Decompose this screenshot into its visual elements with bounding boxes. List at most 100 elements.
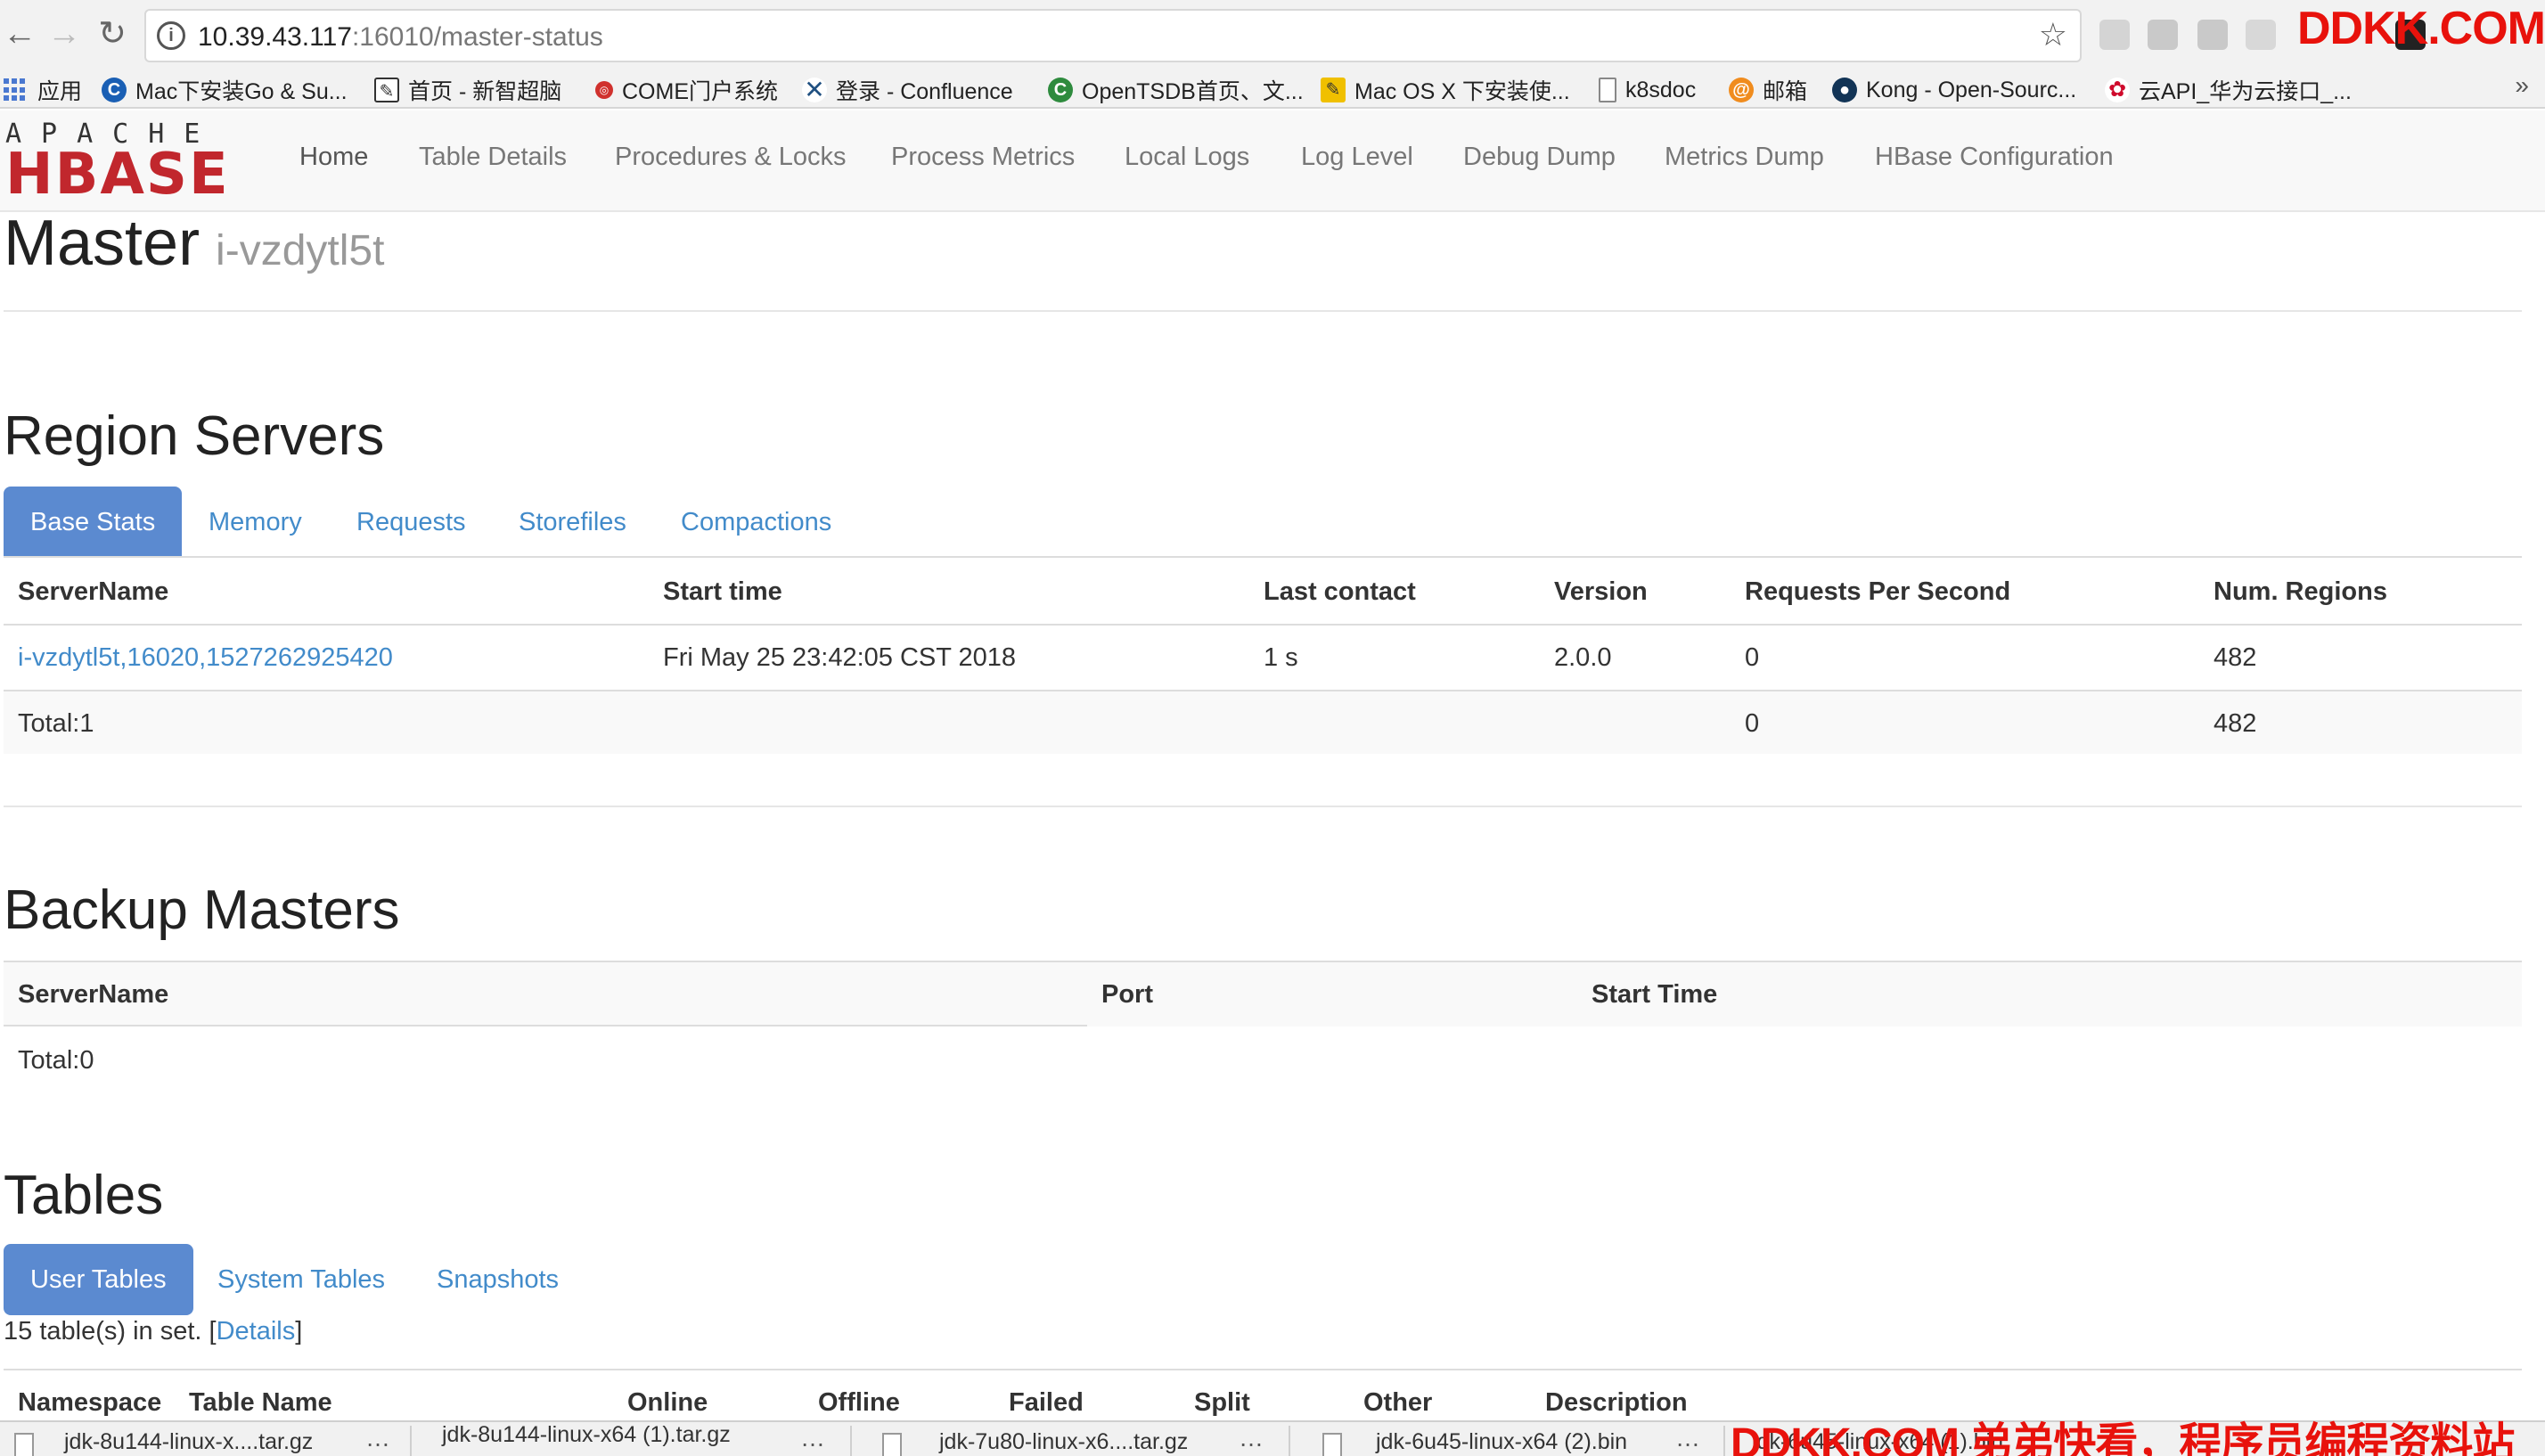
- bookmark-label: Kong - Open-Sourc...: [1866, 77, 2077, 102]
- extension-settings-icon[interactable]: [2148, 20, 2178, 50]
- total-label: Total:1: [18, 709, 94, 738]
- bookmark-item[interactable]: ✎ 首页 - 新智超脑: [374, 73, 561, 107]
- bookmark-label: Mac OS X 下安装使...: [1354, 79, 1570, 104]
- bookmark-item[interactable]: ✎ Mac OS X 下安装使...: [1321, 73, 1570, 107]
- tables-heading: Tables: [4, 1165, 164, 1226]
- col-last-contact: Last contact: [1264, 577, 1416, 606]
- download-item[interactable]: jdk-6u45-linux-x64 (2).bin: [1376, 1429, 1627, 1455]
- bookmark-item[interactable]: ✕ 登录 - Confluence: [802, 73, 1013, 107]
- url-host: 10.39.43.117: [198, 22, 352, 52]
- col-requests-per-second: Requests Per Second: [1745, 577, 2011, 606]
- server-regions: 482: [2214, 643, 2257, 672]
- edit-icon: ✎: [374, 78, 399, 102]
- bookmark-item[interactable]: ● Kong - Open-Sourc...: [1832, 73, 2076, 107]
- divider: [4, 310, 2522, 312]
- nav-home[interactable]: Home: [299, 143, 368, 172]
- page-title-text: Master: [4, 208, 200, 279]
- reload-icon[interactable]: ↻: [93, 14, 132, 53]
- bookmark-label: 首页 - 新智超脑: [408, 79, 562, 104]
- note-icon: ✎: [1321, 78, 1346, 102]
- nav-process-metrics[interactable]: Process Metrics: [891, 143, 1075, 172]
- separator: [850, 1426, 852, 1456]
- col-servername: ServerName: [18, 577, 169, 606]
- col-port: Port: [1101, 980, 1153, 1009]
- nav-log-level[interactable]: Log Level: [1301, 143, 1413, 172]
- extension-bird-icon[interactable]: [2099, 20, 2130, 50]
- watermark-bottom: DDKK.COM 弟弟快看，程序员编程资料站: [1731, 1420, 2515, 1456]
- tables-count-close: ]: [295, 1317, 303, 1346]
- download-item[interactable]: jdk-8u144-linux-x....tar.gz: [64, 1429, 313, 1455]
- nav-metrics-dump[interactable]: Metrics Dump: [1665, 143, 1824, 172]
- apps-grid-icon: [4, 78, 27, 102]
- confluence-icon: ✕: [802, 78, 827, 102]
- hbase-navbar: APACHE HBASE Home Table Details Procedur…: [0, 110, 2545, 212]
- bookmark-item[interactable]: @ 邮箱: [1729, 73, 1807, 107]
- tab-user-tables[interactable]: User Tables: [4, 1244, 193, 1315]
- nav-local-logs[interactable]: Local Logs: [1125, 143, 1249, 172]
- col-description: Description: [1545, 1388, 1688, 1417]
- tables-count-text: 15 table(s) in set. [: [4, 1317, 217, 1346]
- tab-system-tables[interactable]: System Tables: [191, 1244, 412, 1315]
- download-item[interactable]: jdk-8u144-linux-x64 (1).tar.gz: [442, 1422, 731, 1448]
- nav-hbase-configuration[interactable]: HBase Configuration: [1875, 143, 2114, 172]
- nav-debug-dump[interactable]: Debug Dump: [1463, 143, 1616, 172]
- tab-memory[interactable]: Memory: [182, 487, 329, 558]
- extension-tree-icon[interactable]: [2246, 20, 2276, 50]
- address-bar[interactable]: i 10.39.43.117:16010/master-status ☆: [144, 9, 2082, 62]
- details-link[interactable]: Details: [217, 1317, 296, 1346]
- page-icon: [1599, 78, 1616, 102]
- region-servers-heading: Region Servers: [4, 405, 385, 467]
- separator: [1289, 1426, 1290, 1456]
- more-options-icon[interactable]: …: [365, 1424, 390, 1452]
- nav-procedures-locks[interactable]: Procedures & Locks: [615, 143, 847, 172]
- table-top-border: [4, 1369, 2522, 1370]
- bookmarks-overflow-icon[interactable]: »: [2515, 71, 2529, 100]
- server-link[interactable]: i-vzdytl5t,16020,1527262925420: [18, 643, 393, 673]
- logo-hbase-text: HBASE: [5, 142, 230, 208]
- more-options-icon[interactable]: …: [1239, 1424, 1264, 1452]
- col-failed: Failed: [1009, 1388, 1084, 1417]
- nav-table-details[interactable]: Table Details: [419, 143, 567, 172]
- bookmark-label: COME门户系统: [622, 79, 779, 104]
- tab-border: [4, 556, 2522, 558]
- col-other: Other: [1363, 1388, 1433, 1417]
- download-item[interactable]: jdk-7u80-linux-x6....tar.gz: [939, 1429, 1188, 1455]
- url-text[interactable]: 10.39.43.117:16010/master-status: [198, 22, 603, 53]
- bookmarks-bar: 应用 C Mac下安装Go & Su... ✎ 首页 - 新智超脑 ◎ COME…: [0, 71, 2545, 109]
- info-icon[interactable]: i: [157, 21, 185, 50]
- bookmark-label: Mac下安装Go & Su...: [135, 79, 348, 104]
- bookmark-item[interactable]: ✿ 云API_华为云接口_...: [2105, 73, 2352, 107]
- server-version: 2.0.0: [1554, 643, 1612, 672]
- tab-base-stats[interactable]: Base Stats: [4, 487, 183, 558]
- tab-snapshots[interactable]: Snapshots: [410, 1244, 585, 1315]
- forward-arrow-icon[interactable]: →: [45, 14, 84, 53]
- bookmark-label: 登录 - Confluence: [836, 79, 1013, 104]
- col-table-name: Table Name: [189, 1388, 332, 1417]
- more-options-icon[interactable]: …: [800, 1424, 825, 1452]
- hbase-logo[interactable]: APACHE HBASE: [5, 121, 248, 208]
- backup-masters-heading: Backup Masters: [4, 879, 400, 941]
- bookmark-item[interactable]: C OpenTSDB首页、文...: [1048, 73, 1304, 107]
- master-host: i-vzdytl5t: [216, 227, 385, 274]
- col-start-time: Start Time: [1592, 980, 1718, 1009]
- tab-compactions[interactable]: Compactions: [654, 487, 858, 558]
- watermark-top: DDKK.COM: [2297, 3, 2545, 54]
- bookmark-apps[interactable]: 应用: [4, 73, 82, 107]
- bookmark-label: OpenTSDB首页、文...: [1082, 79, 1304, 104]
- bookmark-label: k8sdoc: [1625, 77, 1697, 102]
- extension-rp-icon[interactable]: [2197, 20, 2228, 50]
- tab-storefiles[interactable]: Storefiles: [492, 487, 653, 558]
- c-logo-icon: C: [102, 78, 127, 102]
- more-options-icon[interactable]: …: [1675, 1424, 1700, 1452]
- bookmark-item[interactable]: C Mac下安装Go & Su...: [102, 73, 348, 107]
- tab-requests[interactable]: Requests: [330, 487, 493, 558]
- back-arrow-icon[interactable]: ←: [0, 14, 39, 53]
- bookmark-star-icon[interactable]: ☆: [2039, 16, 2067, 53]
- total-regions: 482: [2214, 709, 2257, 738]
- file-icon: [1322, 1433, 1342, 1456]
- table-header-row: [4, 962, 2522, 1027]
- come-logo-icon: ◎: [595, 81, 613, 99]
- browser-toolbar: ← → ↻ i 10.39.43.117:16010/master-status…: [0, 0, 2545, 71]
- bookmark-item[interactable]: ◎ COME门户系统: [595, 73, 778, 107]
- bookmark-item[interactable]: k8sdoc: [1599, 73, 1696, 107]
